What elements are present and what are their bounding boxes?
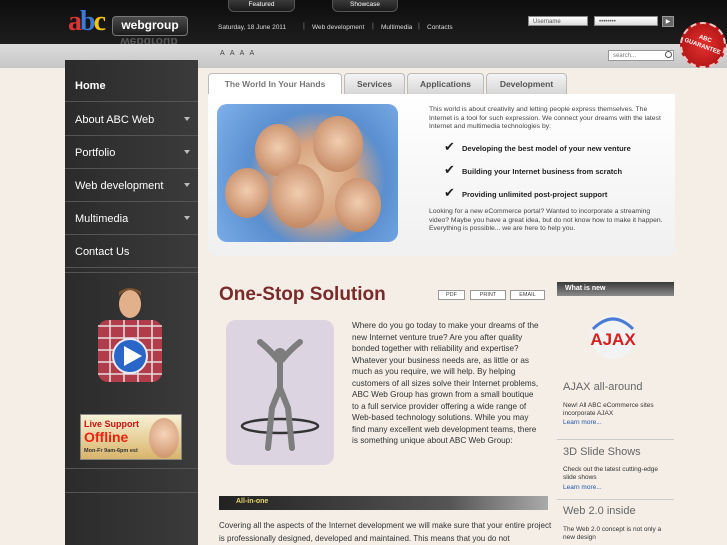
support-agent-photo (149, 418, 179, 458)
live-support-status: Offline (84, 429, 129, 445)
tab-featured[interactable]: Featured (228, 0, 295, 12)
sidebar-item-label: Multimedia (75, 213, 129, 225)
news-text: Check out the latest cutting-edge slide … (563, 466, 659, 481)
sidebar-item-about[interactable]: About ABC Web (65, 104, 198, 136)
main-body-text: Where do you go today to make your dream… (352, 321, 539, 445)
sidebar-item-web-development[interactable]: Web development (65, 170, 198, 202)
hero-bullet: Developing the best model of your new ve… (462, 144, 631, 153)
checkmark-icon: ✔ (444, 139, 455, 154)
sidebar-item-home[interactable]: Home (65, 70, 198, 102)
divider (557, 499, 674, 500)
chevron-down-icon (184, 183, 190, 187)
tab-world-in-your-hands[interactable]: The World In Your Hands (208, 73, 342, 95)
sidebar-item-label: Web development (75, 180, 164, 192)
tab-showcase[interactable]: Showcase (332, 0, 398, 12)
live-support-title: Live Support (84, 419, 140, 429)
hero-outro: Looking for a new eCommerce portal? Want… (429, 208, 663, 232)
site-logo[interactable]: abc webgroup webgroup (68, 6, 190, 46)
checkmark-icon: ✔ (444, 185, 455, 200)
news-text: New! All ABC eCommerce sites incorporate… (563, 402, 654, 417)
sidebar-item-label: Home (75, 80, 106, 92)
news-title[interactable]: 3D Slide Shows (563, 446, 641, 458)
divider (65, 468, 198, 469)
hero-bullet: Building your Internet business from scr… (462, 167, 623, 176)
print-button[interactable]: PRINT (470, 290, 506, 300)
topnav-contacts[interactable]: Contacts (427, 24, 453, 31)
hero-intro: This world is about creativity and letti… (429, 106, 661, 130)
email-button[interactable]: EMAIL (510, 290, 545, 300)
news-text: The Web 2.0 concept is not only a new de… (563, 526, 662, 541)
sidebar-item-multimedia[interactable]: Multimedia (65, 203, 198, 235)
news-title[interactable]: AJAX all-around (563, 381, 643, 393)
search-input[interactable]: search... (608, 50, 674, 61)
news-title[interactable]: Web 2.0 inside (563, 505, 636, 517)
divider (65, 272, 198, 273)
topnav-web-development[interactable]: Web development (312, 24, 364, 31)
divider (65, 492, 198, 493)
logo-wordmark: webgroup (112, 16, 188, 36)
chevron-down-icon (184, 216, 190, 220)
tab-services[interactable]: Services (344, 73, 405, 94)
svg-text:AJAX: AJAX (590, 330, 636, 349)
live-support-hours: Mon-Fr 9am-6pm est (84, 448, 138, 454)
live-support-banner[interactable]: Live Support Offline Mon-Fr 9am-6pm est (80, 414, 182, 460)
password-input[interactable]: •••••••• (594, 16, 658, 26)
current-date: Saturday, 18 June 2011 (218, 24, 287, 31)
sidebar-item-contact[interactable]: Contact Us (65, 236, 198, 268)
section-title: All-in-one (236, 498, 269, 505)
video-presenter[interactable] (90, 286, 170, 382)
learn-more-link[interactable]: Learn more... (563, 484, 602, 491)
section-header-all-in-one: All-in-one (219, 496, 548, 510)
chevron-down-icon (184, 117, 190, 121)
sidebar-item-label: About ABC Web (75, 114, 155, 126)
nav-separator: | (303, 23, 305, 30)
nav-separator: | (372, 23, 374, 30)
statue-image (226, 320, 334, 465)
section-body-text: Covering all the aspects of the Internet… (219, 521, 552, 543)
nav-separator: | (418, 23, 420, 30)
hero-bullet: Providing unlimited post-project support (462, 190, 608, 199)
topnav-multimedia[interactable]: Multimedia (381, 24, 412, 31)
logo-abc: abc (68, 6, 106, 37)
whats-new-header: What is new (557, 282, 674, 296)
tab-applications[interactable]: Applications (407, 73, 484, 94)
username-input[interactable]: Username (528, 16, 588, 26)
sidebar-item-portfolio[interactable]: Portfolio (65, 137, 198, 169)
learn-more-link[interactable]: Learn more... (563, 419, 602, 426)
sidebar-item-label: Contact Us (75, 246, 130, 258)
pdf-button[interactable]: PDF (438, 290, 465, 300)
font-size-controls[interactable]: A A A A (220, 50, 256, 57)
ajax-logo: AJAX (590, 315, 636, 359)
search-icon[interactable] (665, 51, 672, 58)
sidebar-item-label: Portfolio (75, 147, 116, 159)
hero-photo (217, 104, 398, 242)
login-button[interactable]: ▶ (662, 16, 674, 27)
chevron-down-icon (184, 150, 190, 154)
page-title: One-Stop Solution (219, 284, 386, 305)
tab-development[interactable]: Development (486, 73, 567, 94)
divider (557, 439, 674, 440)
checkmark-icon: ✔ (444, 162, 455, 177)
